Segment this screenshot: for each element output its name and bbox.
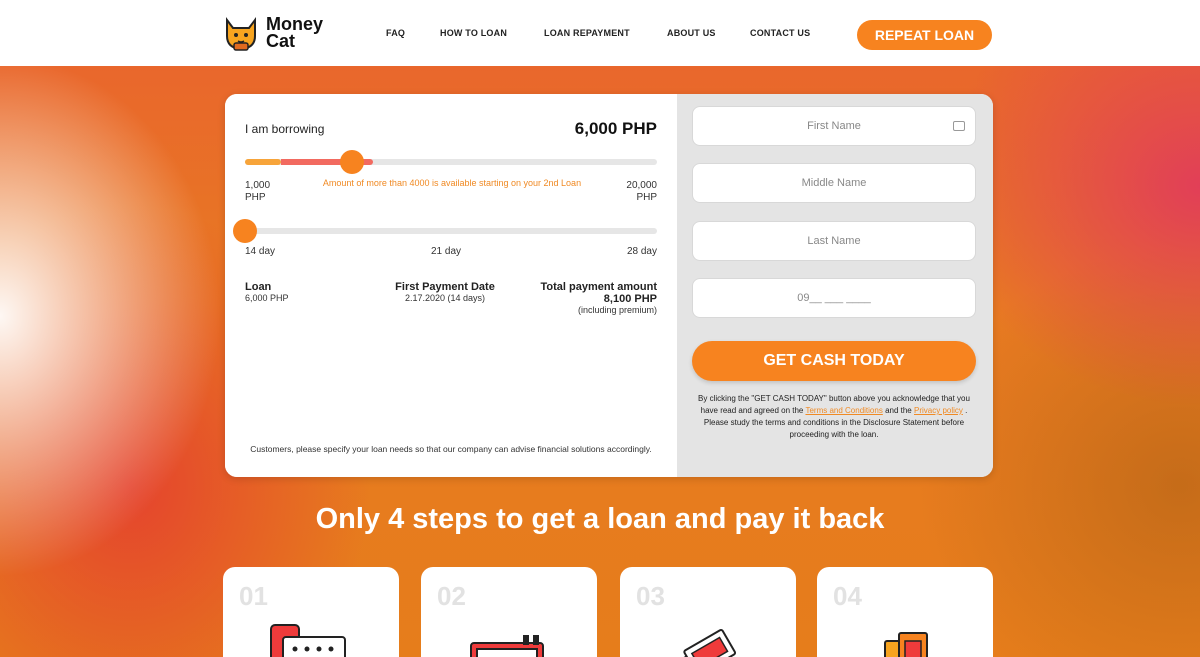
phone-field[interactable]: 09__ ___ ____: [692, 278, 976, 318]
steps-title: Only 4 steps to get a loan and pay it ba…: [315, 503, 885, 535]
last-name-field[interactable]: Last Name: [692, 221, 976, 261]
summary-total: Total payment amount 8,100 PHP (includin…: [540, 281, 657, 315]
step-card-3: 03: [620, 567, 796, 657]
nav-faq[interactable]: FAQ: [386, 28, 405, 38]
first-name-placeholder: First Name: [807, 120, 861, 132]
loan-calculator-card: I am borrowing 6,000 PHP 1,000 PHP Amoun…: [225, 94, 993, 477]
summary-first-payment: First Payment Date 2.17.2020 (14 days): [385, 281, 505, 303]
terms-link[interactable]: Terms and Conditions: [805, 406, 882, 415]
summary-first-payment-label: First Payment Date: [395, 281, 495, 293]
nav-loan-repayment[interactable]: LOAN REPAYMENT: [544, 28, 630, 38]
step-number: 01: [239, 581, 268, 611]
step-card-2: 02: [421, 567, 597, 657]
get-cash-today-button[interactable]: GET CASH TODAY: [692, 341, 976, 381]
amount-min-value: 1,000: [245, 180, 271, 191]
phone-placeholder: 09__ ___ ____: [797, 292, 871, 304]
middle-name-field[interactable]: Middle Name: [692, 163, 976, 203]
summary-loan-value: 6,000 PHP: [245, 293, 289, 303]
id-card-icon: [953, 121, 965, 131]
disclaimer-and: and the: [885, 406, 912, 415]
amount-slider-thumb[interactable]: [340, 150, 364, 174]
logo-text-line2: Cat: [266, 31, 296, 51]
money-bills-icon: [884, 632, 928, 657]
first-name-field[interactable]: First Name: [692, 106, 976, 146]
summary-total-label: Total payment amount: [540, 281, 657, 293]
logo-text: Money Cat: [266, 15, 323, 51]
middle-name-placeholder: Middle Name: [801, 177, 867, 189]
amount-slider-fill-base: [245, 159, 281, 165]
availability-note: Amount of more than 4000 is available st…: [322, 178, 582, 188]
calculator-panel: I am borrowing 6,000 PHP 1,000 PHP Amoun…: [225, 94, 677, 477]
amount-max-value: 20,000: [626, 180, 657, 191]
term-mid-label: 21 day: [431, 246, 462, 257]
summary-total-note: (including premium): [577, 305, 657, 315]
step-card-1: 01: [223, 567, 399, 657]
disclaimer-period: .: [965, 406, 968, 415]
disclaimer-text-2: Please study the terms and conditions in…: [703, 418, 965, 439]
nav-how-to-loan[interactable]: HOW TO LOAN: [440, 28, 507, 38]
application-form: First Name Middle Name Last Name 09__ __…: [677, 94, 993, 477]
step-number: 02: [437, 581, 466, 611]
summary-first-payment-value: 2.17.2020 (14 days): [404, 293, 486, 303]
amount-max-unit: PHP: [636, 192, 657, 203]
borrow-amount: 6,000 PHP: [574, 119, 657, 138]
cat-logo-icon: [226, 17, 256, 51]
step-card-4: 04: [817, 567, 993, 657]
phone-form-icon: [270, 624, 346, 657]
summary-total-value: 8,100 PHP: [603, 293, 657, 305]
term-min-label: 14 day: [245, 246, 276, 257]
last-name-placeholder: Last Name: [807, 235, 861, 247]
nav-about-us[interactable]: ABOUT US: [667, 28, 716, 38]
term-slider-track[interactable]: [245, 228, 657, 234]
document-icon: [470, 635, 544, 657]
step-number: 04: [833, 581, 862, 611]
nav-contact-us[interactable]: CONTACT US: [750, 28, 810, 38]
logo[interactable]: Money Cat: [222, 12, 332, 54]
term-slider-thumb[interactable]: [233, 219, 257, 243]
privacy-link[interactable]: Privacy policy: [914, 406, 963, 415]
amount-min-unit: PHP: [245, 192, 266, 203]
amount-max-label: 20,000 PHP: [626, 180, 657, 204]
summary-loan: Loan 6,000 PHP: [245, 281, 289, 303]
repeat-loan-button[interactable]: REPEAT LOAN: [857, 20, 992, 50]
calculator-footnote: Customers, please specify your loan need…: [250, 444, 652, 454]
site-header: Money Cat FAQ HOW TO LOAN LOAN REPAYMENT…: [0, 0, 1200, 66]
borrow-label: I am borrowing: [245, 122, 325, 136]
page: Money Cat FAQ HOW TO LOAN LOAN REPAYMENT…: [0, 0, 1200, 657]
amount-min-label: 1,000 PHP: [245, 180, 270, 204]
amount-slider-track[interactable]: [245, 159, 657, 165]
step-number: 03: [636, 581, 665, 611]
cash-stack-icon: [681, 629, 737, 657]
form-disclaimer: By clicking the "GET CASH TODAY" button …: [692, 393, 976, 441]
term-max-label: 28 day: [626, 246, 657, 257]
summary-loan-label: Loan: [245, 281, 272, 293]
